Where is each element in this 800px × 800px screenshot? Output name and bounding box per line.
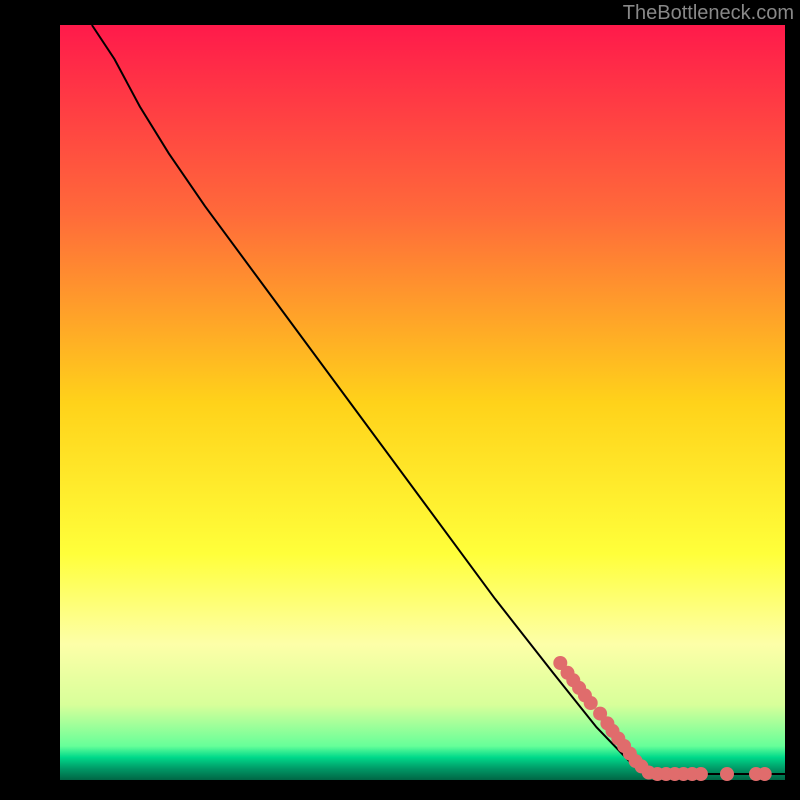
data-point (694, 767, 708, 781)
chart-container: TheBottleneck.com (0, 0, 800, 800)
attribution-text: TheBottleneck.com (623, 2, 794, 25)
data-point (720, 767, 734, 781)
chart-svg (0, 0, 800, 800)
data-point (584, 696, 598, 710)
plot-area (60, 25, 785, 780)
data-point (758, 767, 772, 781)
